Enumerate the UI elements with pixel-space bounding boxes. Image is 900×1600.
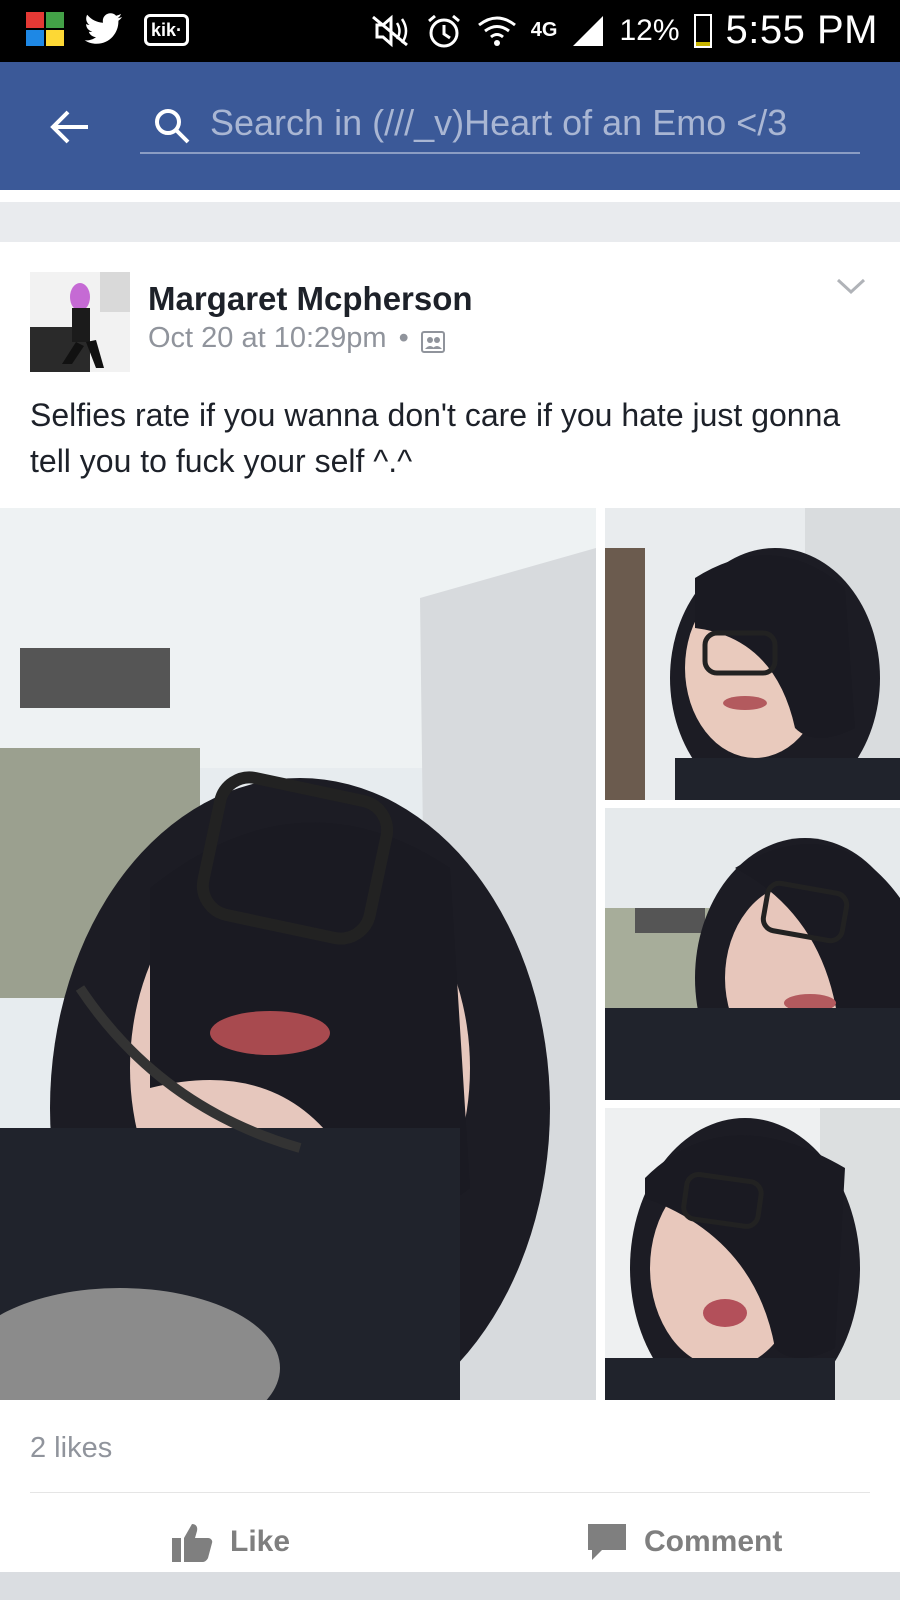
- app-bar: [0, 62, 900, 190]
- post-meta: Oct 20 at 10:29pm •: [148, 322, 445, 355]
- twitter-icon: [84, 13, 124, 47]
- avg-antivirus-icon: [26, 12, 64, 48]
- group-icon: [420, 328, 445, 353]
- likes-count[interactable]: 2 likes: [30, 1432, 112, 1465]
- comment-icon: [586, 1522, 628, 1562]
- kik-icon: kik·: [144, 14, 190, 46]
- like-button[interactable]: Like: [172, 1512, 290, 1572]
- author-avatar[interactable]: [30, 272, 130, 372]
- like-label: Like: [230, 1525, 291, 1558]
- author-name[interactable]: Margaret Mcpherson: [148, 280, 473, 318]
- meta-separator: •: [398, 322, 409, 354]
- feed-separator: [0, 190, 900, 242]
- network-type-label: 4G: [530, 19, 558, 41]
- clock: 5:55 PM: [725, 8, 878, 52]
- feed-bottom-separator: [0, 1572, 900, 1600]
- post-photo[interactable]: [0, 508, 596, 1400]
- status-left-icons: kik·: [26, 12, 190, 48]
- chevron-down-icon[interactable]: [834, 274, 868, 298]
- battery-percent: 12%: [619, 13, 680, 47]
- signal-strength-icon: [571, 14, 605, 48]
- wifi-icon: [477, 13, 517, 49]
- post-photo[interactable]: [605, 1108, 900, 1400]
- mute-icon: [369, 13, 411, 49]
- actions-divider: [30, 1492, 870, 1493]
- status-right-icons: 4G 12% 5:55 PM: [369, 8, 878, 53]
- post-photo[interactable]: [605, 808, 900, 1100]
- battery-icon: [693, 13, 712, 48]
- search-input[interactable]: [210, 98, 850, 148]
- photo-grid: [0, 508, 900, 1400]
- search-icon: [152, 106, 192, 146]
- post-photo[interactable]: [605, 508, 900, 800]
- thumbs-up-icon: [172, 1522, 214, 1562]
- post-text: Selfies rate if you wanna don't care if …: [30, 397, 841, 479]
- post-timestamp[interactable]: Oct 20 at 10:29pm: [148, 322, 387, 355]
- alarm-clock-icon: [425, 12, 463, 50]
- status-bar: kik· 4G 12% 5:55 PM: [0, 0, 900, 62]
- back-arrow-icon[interactable]: [44, 102, 94, 152]
- comment-button[interactable]: Comment: [586, 1512, 782, 1572]
- post-card: Margaret Mcpherson Oct 20 at 10:29pm • S…: [0, 242, 900, 1572]
- comment-label: Comment: [644, 1525, 783, 1558]
- search-field[interactable]: [140, 98, 860, 154]
